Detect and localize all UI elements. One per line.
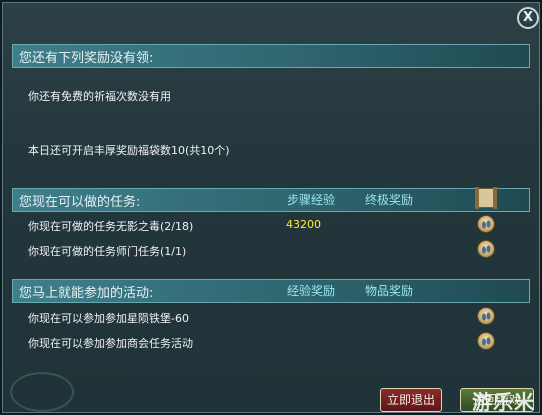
- final-reward-column-header: 终极奖励: [365, 193, 414, 207]
- unclaimed-rewards-title: 您还有下列奖励没有领:: [19, 51, 154, 66]
- scroll-icon[interactable]: [475, 187, 497, 209]
- activity-row-text: 你现在可以参加参加商会任务活动: [28, 337, 193, 350]
- footprint-icon[interactable]: [477, 307, 495, 325]
- step-exp-column-header: 步骤经验: [287, 193, 336, 207]
- task-step-exp-value: 43200: [286, 218, 321, 231]
- available-tasks-header: 您现在可以做的任务: 步骤经验 终极奖励: [12, 188, 530, 212]
- task-row-text: 你现在可做的任务无影之毒(2/18): [28, 220, 194, 233]
- footprint-icon[interactable]: [477, 215, 495, 233]
- close-button[interactable]: X: [517, 7, 539, 29]
- footprint-icon[interactable]: [477, 240, 495, 258]
- item-reward-column-header: 物品奖励: [365, 284, 414, 298]
- upcoming-activities-title: 您马上就能参加的活动:: [19, 286, 154, 301]
- return-game-button[interactable]: 返回游戏: [460, 388, 534, 412]
- reward-dialog: X 您还有下列奖励没有领: 你还有免费的祈福次数没有用 本日还可开启丰厚奖励福袋…: [0, 0, 542, 415]
- activity-row-text: 你现在可以参加参加星陨铁堡-60: [28, 312, 189, 325]
- exp-reward-column-header: 经验奖励: [287, 284, 336, 298]
- free-blessing-line: 你还有免费的祈福次数没有用: [28, 90, 171, 103]
- footprint-icon[interactable]: [477, 332, 495, 350]
- available-tasks-title: 您现在可以做的任务:: [19, 195, 141, 210]
- lucky-bag-line: 本日还可开启丰厚奖励福袋数10(共10个): [28, 144, 230, 157]
- decorative-swirl: [10, 372, 74, 412]
- task-row-text: 你现在可做的任务师门任务(1/1): [28, 245, 187, 258]
- unclaimed-rewards-header: 您还有下列奖励没有领:: [12, 44, 530, 68]
- dialog-titlebar: [2, 2, 542, 34]
- exit-button[interactable]: 立即退出: [380, 388, 442, 412]
- upcoming-activities-header: 您马上就能参加的活动: 经验奖励 物品奖励: [12, 279, 530, 303]
